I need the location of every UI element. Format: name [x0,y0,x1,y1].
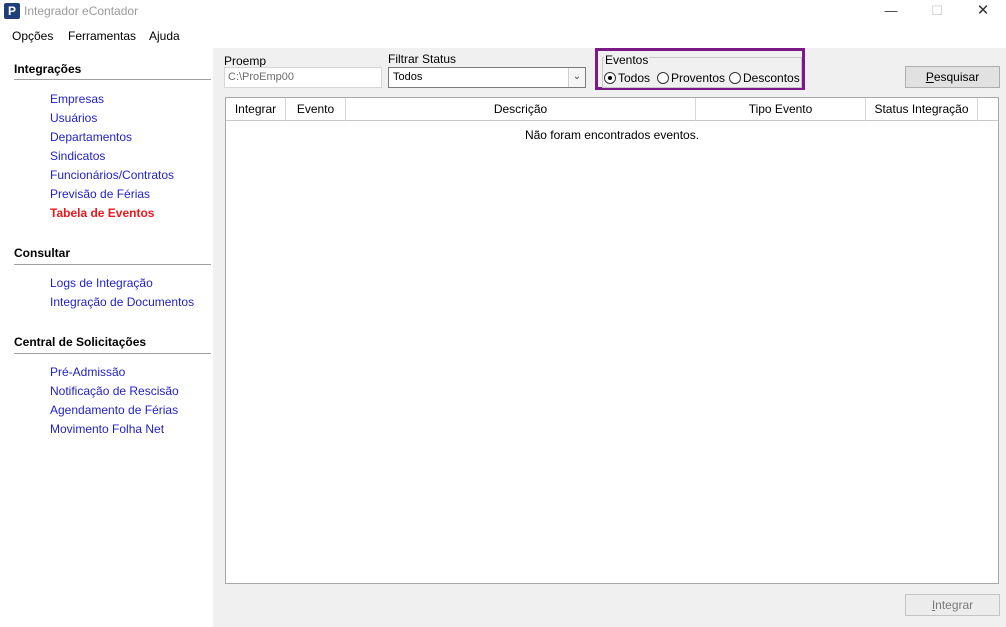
radio-proventos[interactable]: Proventos [657,71,725,85]
sidebar-item-sindicatos[interactable]: Sindicatos [50,149,105,163]
divider [14,353,211,354]
sidebar-item-departamentos[interactable]: Departamentos [50,130,132,144]
sidebar-item-funcionarios[interactable]: Funcionários/Contratos [50,168,174,182]
status-select[interactable]: Todos ⌄ [388,67,586,88]
divider [14,79,211,80]
events-table: Integrar Evento Descrição Tipo Evento St… [225,97,999,584]
main-panel: Proemp C:\ProEmp00 Filtrar Status Todos … [213,48,1006,627]
sidebar-item-usuarios[interactable]: Usuários [50,111,97,125]
proemp-field[interactable]: C:\ProEmp00 [224,67,382,88]
sidebar-item-movimento-folha[interactable]: Movimento Folha Net [50,422,164,436]
chevron-down-icon[interactable]: ⌄ [568,68,585,87]
minimize-button[interactable]: — [868,0,914,24]
menu-bar: Opções Ferramentas Ajuda [0,26,1006,46]
proemp-label: Proemp [224,54,267,68]
col-descricao[interactable]: Descrição [346,98,696,121]
sidebar-item-previsao-ferias[interactable]: Previsão de Férias [50,187,150,201]
sidebar-item-notificacao-rescisao[interactable]: Notificação de Rescisão [50,384,179,398]
table-header: Integrar Evento Descrição Tipo Evento St… [226,98,998,121]
section-integracoes-title: Integrações [14,62,82,76]
sidebar-item-agendamento-ferias[interactable]: Agendamento de Férias [50,403,178,417]
radio-checked-icon [604,72,616,84]
sidebar-item-empresas[interactable]: Empresas [50,92,104,106]
col-tipo-evento[interactable]: Tipo Evento [696,98,866,121]
divider [14,264,211,265]
menu-ajuda[interactable]: Ajuda [149,29,180,43]
window-title: Integrador eContador [24,4,139,18]
col-evento[interactable]: Evento [286,98,346,121]
empty-message: Não foram encontrados eventos. [524,128,700,142]
radio-descontos-label: Descontos [743,71,800,85]
section-consultar-title: Consultar [14,246,71,260]
title-bar: P Integrador eContador — ☐ ✕ [0,0,1006,24]
col-integrar[interactable]: Integrar [226,98,286,121]
sidebar: Integrações Empresas Usuários Departamen… [0,48,213,627]
maximize-button[interactable]: ☐ [914,0,960,24]
radio-todos-label: Todos [618,71,651,85]
radio-unchecked-icon [729,72,741,84]
radio-proventos-label: Proventos [671,71,726,85]
col-status-integracao[interactable]: Status Integração [866,98,978,121]
radio-descontos[interactable]: Descontos [729,71,800,85]
radio-todos[interactable]: Todos [604,71,650,85]
eventos-group-title: Eventos [604,53,650,67]
sidebar-item-tabela-eventos[interactable]: Tabela de Eventos [50,206,154,220]
menu-ferramentas[interactable]: Ferramentas [68,29,136,43]
menu-opcoes[interactable]: Opções [12,29,53,43]
search-button[interactable]: Pesquisar [905,66,1000,88]
sidebar-item-pre-admissao[interactable]: Pré-Admissão [50,365,125,379]
sidebar-item-integracao-documentos[interactable]: Integração de Documentos [50,295,194,309]
integrate-button[interactable]: Integrar [905,594,1000,616]
status-label: Filtrar Status [388,52,457,66]
status-select-value: Todos [393,71,423,83]
close-button[interactable]: ✕ [960,0,1006,24]
sidebar-item-logs-integracao[interactable]: Logs de Integração [50,276,153,290]
app-logo-icon: P [4,3,20,19]
radio-unchecked-icon [657,72,669,84]
section-central-title: Central de Solicitações [14,335,147,349]
